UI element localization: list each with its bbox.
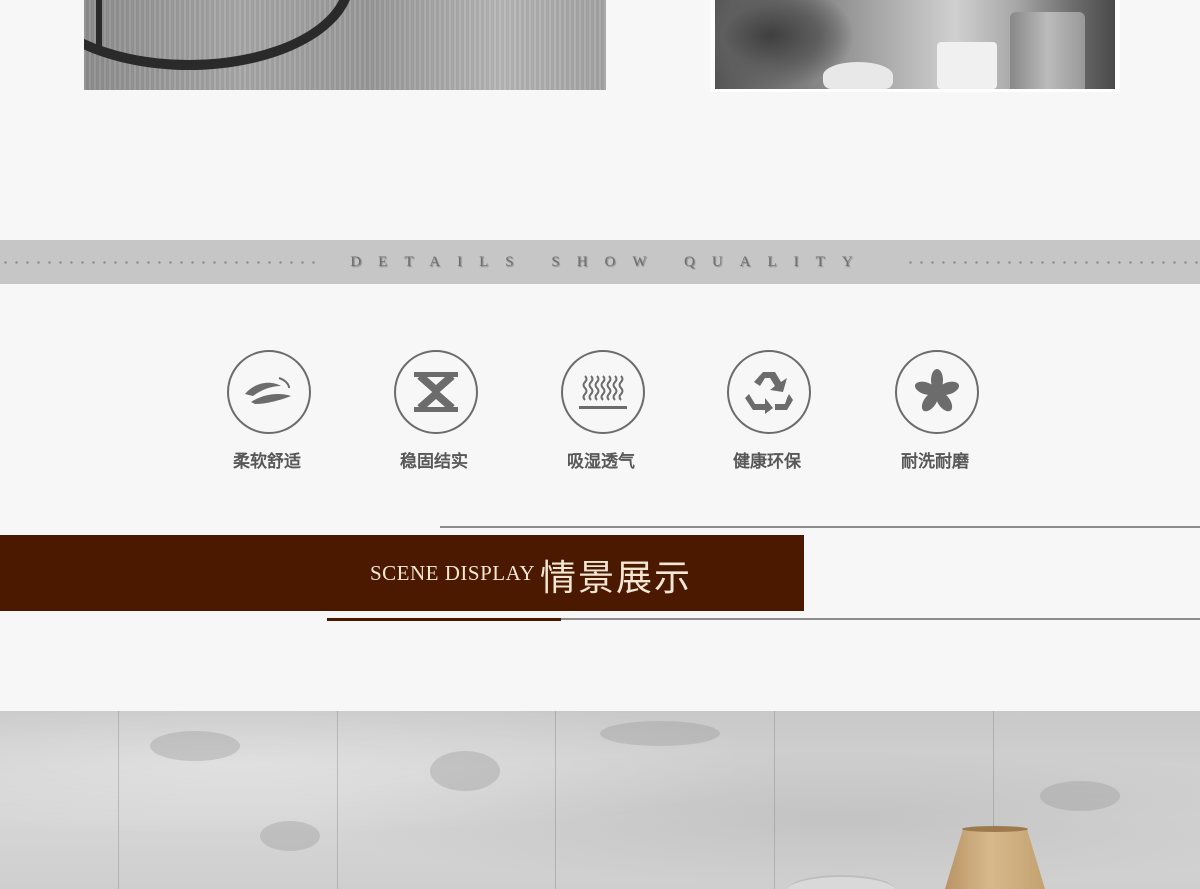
- asterisk-icon: [895, 350, 979, 434]
- wall-seam: [337, 711, 338, 889]
- jar-graphic: [937, 42, 997, 89]
- chair-graphic: [786, 875, 896, 889]
- recycle-icon: [727, 350, 811, 434]
- wall-texture: [1040, 781, 1120, 811]
- scene-display-banner: SCENE DISPLAY 情景展示: [0, 535, 804, 611]
- feature-label: 耐洗耐磨: [901, 452, 969, 472]
- scene-divider-bottom: [561, 618, 1200, 620]
- wall-seam: [118, 711, 119, 889]
- details-band: DETAILS SHOW QUALITY: [0, 240, 1200, 284]
- scene-title-en: SCENE DISPLAY: [370, 561, 536, 585]
- scene-accent-bar: [327, 618, 561, 621]
- feather-icon: [227, 350, 311, 434]
- details-band-title: DETAILS SHOW QUALITY: [350, 254, 870, 270]
- wall-texture: [430, 751, 500, 791]
- feature-sturdy: 稳固结实: [377, 350, 497, 480]
- feature-durable: 耐洗耐磨: [878, 350, 998, 480]
- lamp-shade-graphic: [945, 829, 1045, 889]
- scene-photo: [0, 711, 1200, 889]
- wall-texture: [260, 821, 320, 851]
- feature-breathable: 吸湿透气: [544, 350, 664, 480]
- lamp-rim-graphic: [962, 826, 1028, 832]
- product-photo-decor: [715, 0, 1115, 89]
- wave-lines-icon: [561, 350, 645, 434]
- scene-title-cn: 情景展示: [540, 558, 693, 599]
- dotted-line-right: [905, 261, 1200, 264]
- feature-soft: 柔软舒适: [210, 350, 330, 480]
- feature-label: 健康环保: [733, 452, 801, 472]
- feature-label: 稳固结实: [400, 452, 468, 472]
- wall-texture: [150, 731, 240, 761]
- wall-seam: [555, 711, 556, 889]
- wall-seam: [774, 711, 775, 889]
- feature-label: 吸湿透气: [567, 452, 635, 472]
- bowl-graphic: [823, 62, 893, 89]
- table-ring-graphic: [84, 0, 354, 70]
- product-photo-table: [84, 0, 606, 90]
- table-leg-graphic: [96, 0, 102, 50]
- dotted-line-left: [0, 261, 315, 264]
- scene-divider-top: [440, 526, 1200, 528]
- hourglass-x-icon: [394, 350, 478, 434]
- feature-eco: 健康环保: [710, 350, 830, 480]
- wall-texture: [600, 721, 720, 746]
- vase-graphic: [1010, 12, 1085, 89]
- feature-label: 柔软舒适: [233, 452, 301, 472]
